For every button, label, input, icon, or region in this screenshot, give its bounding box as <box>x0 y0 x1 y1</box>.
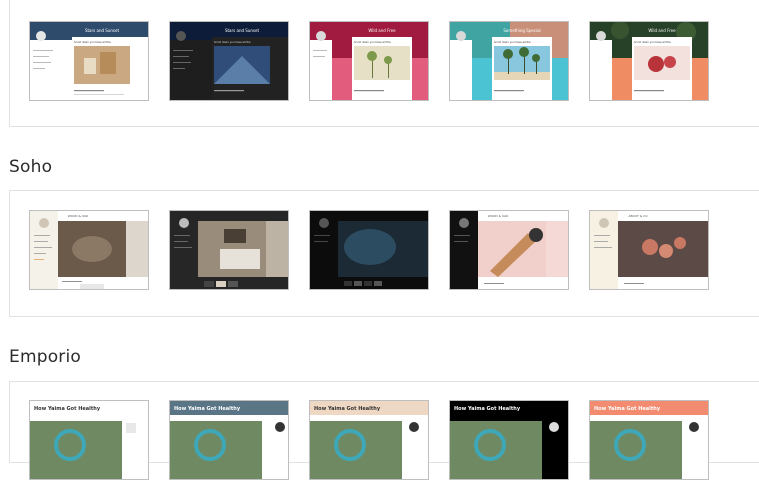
avatar <box>599 218 609 228</box>
theme-thumbnail[interactable]: How Yaima Got Healthy <box>29 400 149 480</box>
theme-strip-top: Stars and Sunset Scroll down you have al… <box>9 0 759 127</box>
theme-preview: WOOD & OAK <box>450 211 568 289</box>
theme-thumbnail[interactable]: How Yaima Got Healthy <box>449 400 569 480</box>
theme-thumbnail[interactable] <box>169 210 289 290</box>
theme-preview: How Yaima Got Healthy <box>310 401 428 479</box>
section-title-soho: Soho <box>9 157 53 177</box>
theme-thumbnail[interactable]: Stars and Sunset Scroll down you have al… <box>29 21 149 101</box>
theme-strip-soho: WOOD & OAK WOOD & OAK ABOUT & CO <box>9 190 759 317</box>
theme-preview: How Yaima Got Healthy <box>30 401 148 479</box>
theme-thumbnail[interactable]: WOOD & OAK <box>29 210 149 290</box>
avatar <box>316 31 326 41</box>
avatar <box>456 31 466 41</box>
post-headline: How Yaima Got Healthy <box>454 406 521 412</box>
theme-thumbnail[interactable]: Stars and Sunset Scroll down you have al… <box>169 21 289 101</box>
theme-title: Stars and Sunset <box>85 28 120 33</box>
theme-preview: Wild and Free Scroll down you have all t… <box>310 22 428 100</box>
theme-preview: Wild and Free Scroll down you have all t… <box>590 22 708 100</box>
post-title: Scroll down you have all the <box>634 40 671 44</box>
avatar <box>179 218 189 228</box>
theme-preview: Stars and Sunset Scroll down you have al… <box>30 22 148 100</box>
theme-preview: Stars and Sunset Scroll down you have al… <box>170 22 288 100</box>
post-image <box>354 46 410 80</box>
theme-preview <box>170 211 288 289</box>
avatar <box>459 218 469 228</box>
theme-title: Wild and Free <box>368 28 396 33</box>
theme-preview <box>310 211 428 289</box>
theme-thumbnail[interactable]: How Yaima Got Healthy <box>169 400 289 480</box>
brand-label: WOOD & OAK <box>488 214 510 218</box>
brand-label: WOOD & OAK <box>68 214 90 218</box>
post-title: Scroll down you have all the <box>494 40 531 44</box>
avatar <box>319 218 329 228</box>
theme-thumbnail[interactable]: Wild and Free Scroll down you have all t… <box>589 21 709 101</box>
theme-thumbnail[interactable]: Something Special Scroll down you have a… <box>449 21 569 101</box>
avatar <box>36 31 46 41</box>
avatar <box>596 31 606 41</box>
post-title: Scroll down you have all the <box>354 40 391 44</box>
theme-thumbnail[interactable] <box>309 210 429 290</box>
theme-title: Wild and Free <box>648 28 676 33</box>
theme-thumbnail[interactable]: How Yaima Got Healthy <box>309 400 429 480</box>
theme-thumbnail[interactable]: How Yaima Got Healthy <box>589 400 709 480</box>
post-headline: How Yaima Got Healthy <box>594 406 661 412</box>
theme-thumbnail[interactable]: WOOD & OAK <box>449 210 569 290</box>
avatar <box>549 422 559 432</box>
post-headline: How Yaima Got Healthy <box>174 406 241 412</box>
theme-preview: ABOUT & CO <box>590 211 708 289</box>
post-title: Scroll down you have all the <box>214 40 251 44</box>
theme-preview: How Yaima Got Healthy <box>450 401 568 479</box>
theme-thumbnail[interactable]: ABOUT & CO <box>589 210 709 290</box>
avatar <box>409 422 419 432</box>
theme-preview: How Yaima Got Healthy <box>170 401 288 479</box>
theme-preview: How Yaima Got Healthy <box>590 401 708 479</box>
avatar <box>39 218 49 228</box>
post-headline: How Yaima Got Healthy <box>314 406 381 412</box>
post-title: Scroll down you have all the <box>74 40 111 44</box>
post-headline: How Yaima Got Healthy <box>34 406 101 412</box>
avatar <box>176 31 186 41</box>
theme-preview: WOOD & OAK <box>30 211 148 289</box>
theme-strip-emporio: How Yaima Got Healthy How Yaima Got Heal… <box>9 381 759 480</box>
avatar <box>275 422 285 432</box>
brand-label: ABOUT & CO <box>628 214 648 218</box>
theme-preview: Something Special Scroll down you have a… <box>450 22 568 100</box>
avatar <box>689 422 699 432</box>
theme-thumbnail[interactable]: Wild and Free Scroll down you have all t… <box>309 21 429 101</box>
theme-title: Something Special <box>503 28 540 33</box>
section-title-emporio: Emporio <box>9 347 82 367</box>
theme-title: Stars and Sunset <box>225 28 260 33</box>
